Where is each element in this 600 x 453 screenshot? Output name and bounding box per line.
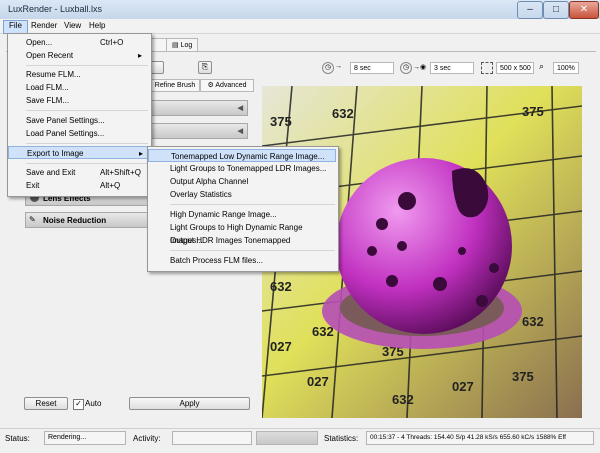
menu-item-light-groups-ldr[interactable]: Light Groups to Tonemapped LDR Images... bbox=[148, 162, 336, 175]
floor-number: 632 bbox=[522, 314, 544, 329]
chevron-left-icon: ◀ bbox=[237, 128, 243, 135]
submenu-arrow-icon: ▸ bbox=[138, 51, 143, 60]
noise-reduction-icon: ✎ bbox=[29, 215, 36, 224]
floor-number: 027 bbox=[270, 339, 292, 354]
floor-number: 632 bbox=[332, 106, 354, 121]
menu-separator bbox=[170, 204, 335, 205]
menu-item-load-flm[interactable]: Load FLM... bbox=[8, 81, 146, 94]
auto-checkbox[interactable]: ✓ bbox=[73, 399, 84, 410]
arrow-icon: → bbox=[335, 63, 342, 70]
menu-item-hdr-image[interactable]: High Dynamic Range Image... bbox=[148, 208, 336, 221]
display-interval-field[interactable]: 3 sec bbox=[430, 62, 474, 74]
activity-label: Activity: bbox=[133, 434, 161, 443]
file-menu: Open... Ctrl+O Open Recent ▸ Resume FLM...… bbox=[7, 33, 152, 197]
tab-advanced[interactable]: ⚙ Advanced bbox=[200, 79, 254, 92]
menu-file[interactable]: File bbox=[3, 20, 28, 34]
menu-item-save-and-exit[interactable]: Save and Exit Alt+Shift+Q bbox=[8, 166, 146, 179]
activity-progress-bar bbox=[256, 431, 318, 445]
floor-number: 375 bbox=[270, 114, 292, 129]
tab-log[interactable]: ▤ Log bbox=[166, 38, 199, 52]
minimize-icon[interactable]: – bbox=[517, 1, 543, 19]
window-title: LuxRender - Luxball.lxs bbox=[8, 4, 103, 14]
export-submenu: Tonemapped Low Dynamic Range Image... Li… bbox=[147, 146, 339, 272]
menu-item-resume-flm[interactable]: Resume FLM... bbox=[8, 68, 146, 81]
eye-timer-icon: ◷ bbox=[400, 62, 412, 74]
floor-number: 375 bbox=[512, 369, 534, 384]
menu-separator bbox=[26, 163, 148, 164]
menu-item-light-groups-hdr[interactable]: Light Groups to High Dynamic Range Image… bbox=[148, 221, 336, 245]
copy-icon[interactable]: ⎘ bbox=[198, 61, 212, 74]
tool-button[interactable] bbox=[150, 61, 164, 74]
title-bar: LuxRender - Luxball.lxs – □ ✕ bbox=[0, 0, 600, 20]
resolution-field: 500 x 500 bbox=[496, 62, 534, 74]
floor-number: 027 bbox=[307, 374, 329, 389]
menu-item-output-hdr-tonemapped[interactable]: Output HDR Images Tonemapped bbox=[148, 234, 336, 247]
eye-icon: →◉ bbox=[413, 64, 427, 71]
menu-item-output-alpha[interactable]: Output Alpha Channel bbox=[148, 175, 336, 188]
status-value: Rendering... bbox=[44, 431, 126, 445]
menu-item-save-panel-settings[interactable]: Save Panel Settings... bbox=[8, 114, 146, 127]
menu-item-batch-process-flm[interactable]: Batch Process FLM files... bbox=[148, 254, 336, 267]
menu-item-load-panel-settings[interactable]: Load Panel Settings... bbox=[8, 127, 146, 140]
submenu-arrow-icon: ▸ bbox=[139, 149, 144, 158]
menu-view[interactable]: View bbox=[59, 20, 86, 32]
menu-help[interactable]: Help bbox=[84, 20, 110, 32]
menu-render[interactable]: Render bbox=[26, 20, 62, 32]
menu-item-open[interactable]: Open... Ctrl+O bbox=[8, 36, 146, 49]
menu-item-tonemapped-ldr[interactable]: Tonemapped Low Dynamic Range Image... bbox=[148, 149, 336, 162]
menu-separator bbox=[26, 65, 148, 66]
maximize-icon[interactable]: □ bbox=[543, 1, 569, 19]
menu-item-overlay-statistics[interactable]: Overlay Statistics bbox=[148, 188, 336, 201]
statistics-label: Statistics: bbox=[324, 434, 359, 443]
close-icon[interactable]: ✕ bbox=[569, 1, 599, 19]
timer-icon: ◷ bbox=[322, 62, 334, 74]
menu-item-exit[interactable]: Exit Alt+Q bbox=[8, 179, 146, 192]
menu-item-export-to-image[interactable]: Export to Image ▸ bbox=[8, 146, 149, 159]
menu-separator bbox=[170, 250, 335, 251]
floor-number: 632 bbox=[392, 392, 414, 407]
zoom-icon[interactable]: ⌕ bbox=[539, 61, 544, 72]
time-limit-field[interactable]: 8 sec bbox=[350, 62, 394, 74]
floor-number: 375 bbox=[522, 104, 544, 119]
menu-item-open-recent[interactable]: Open Recent ▸ bbox=[8, 49, 146, 62]
apply-button[interactable]: Apply bbox=[129, 397, 250, 410]
resolution-icon bbox=[481, 62, 493, 74]
statistics-value: 00:15:37 - 4 Threads: 154.40 S/p 41.28 k… bbox=[366, 431, 594, 445]
status-label: Status: bbox=[5, 434, 30, 443]
chevron-left-icon: ◀ bbox=[237, 105, 243, 112]
activity-value bbox=[172, 431, 252, 445]
menu-item-save-flm[interactable]: Save FLM... bbox=[8, 94, 146, 107]
floor-number: 632 bbox=[270, 279, 292, 294]
tab-refine-brush[interactable]: Refine Brush bbox=[150, 79, 200, 92]
floor-number: 027 bbox=[452, 379, 474, 394]
menu-bar: File Render View Help bbox=[0, 19, 600, 34]
zoom-field[interactable]: 100% bbox=[553, 62, 579, 74]
reset-button[interactable]: Reset bbox=[24, 397, 68, 410]
menu-separator bbox=[26, 143, 148, 144]
log-icon: ▤ bbox=[172, 42, 181, 49]
auto-label: Auto bbox=[85, 399, 102, 408]
menu-separator bbox=[26, 110, 148, 111]
